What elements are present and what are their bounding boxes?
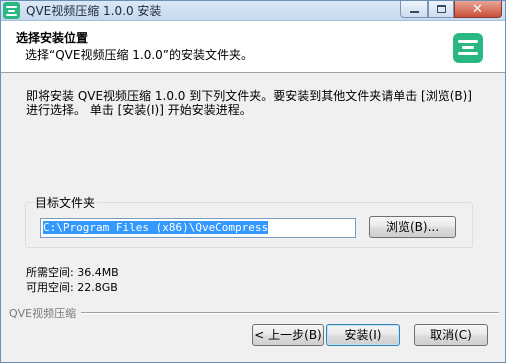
page-title: 选择安装位置: [16, 31, 89, 45]
intro-text: 即将安装 QVE视频压缩 1.0.0 到下列文件夹。要安装到其他文件夹请单击 […: [26, 89, 472, 117]
installer-window: QVE视频压缩 1.0.0 安装 ✕ 选择安装位置 选择“QVE视频压缩 1.0…: [0, 0, 506, 363]
app-logo-icon: [453, 33, 483, 63]
maximize-icon: [437, 5, 446, 13]
maximize-button[interactable]: [428, 1, 454, 18]
minimize-icon: [410, 11, 419, 13]
back-button[interactable]: < 上一步(B): [252, 324, 324, 346]
app-icon: [3, 2, 20, 19]
cancel-button[interactable]: 取消(C): [414, 324, 488, 346]
page-subtitle: 选择“QVE视频压缩 1.0.0”的安装文件夹。: [25, 48, 254, 62]
install-button[interactable]: 安装(I): [326, 324, 400, 346]
destination-legend: 目标文件夹: [33, 194, 98, 211]
close-button[interactable]: ✕: [454, 1, 502, 18]
footer-brand: QVE视频压缩: [9, 305, 81, 321]
window-title: QVE视频压缩 1.0.0 安装: [26, 4, 162, 18]
minimize-button[interactable]: [400, 1, 428, 18]
page-header: 选择安装位置 选择“QVE视频压缩 1.0.0”的安装文件夹。: [1, 21, 505, 73]
space-available: 可用空间: 22.8GB: [26, 281, 118, 294]
title-bar[interactable]: QVE视频压缩 1.0.0 安装 ✕: [1, 1, 505, 21]
footer-divider: [81, 312, 499, 314]
install-path-value: C:\Program Files (x86)\QveCompress: [43, 221, 269, 234]
browse-button[interactable]: 浏览(B)...: [369, 216, 456, 238]
close-icon: ✕: [472, 2, 483, 17]
install-path-input[interactable]: C:\Program Files (x86)\QveCompress: [40, 218, 356, 238]
space-required: 所需空间: 36.4MB: [26, 266, 119, 279]
